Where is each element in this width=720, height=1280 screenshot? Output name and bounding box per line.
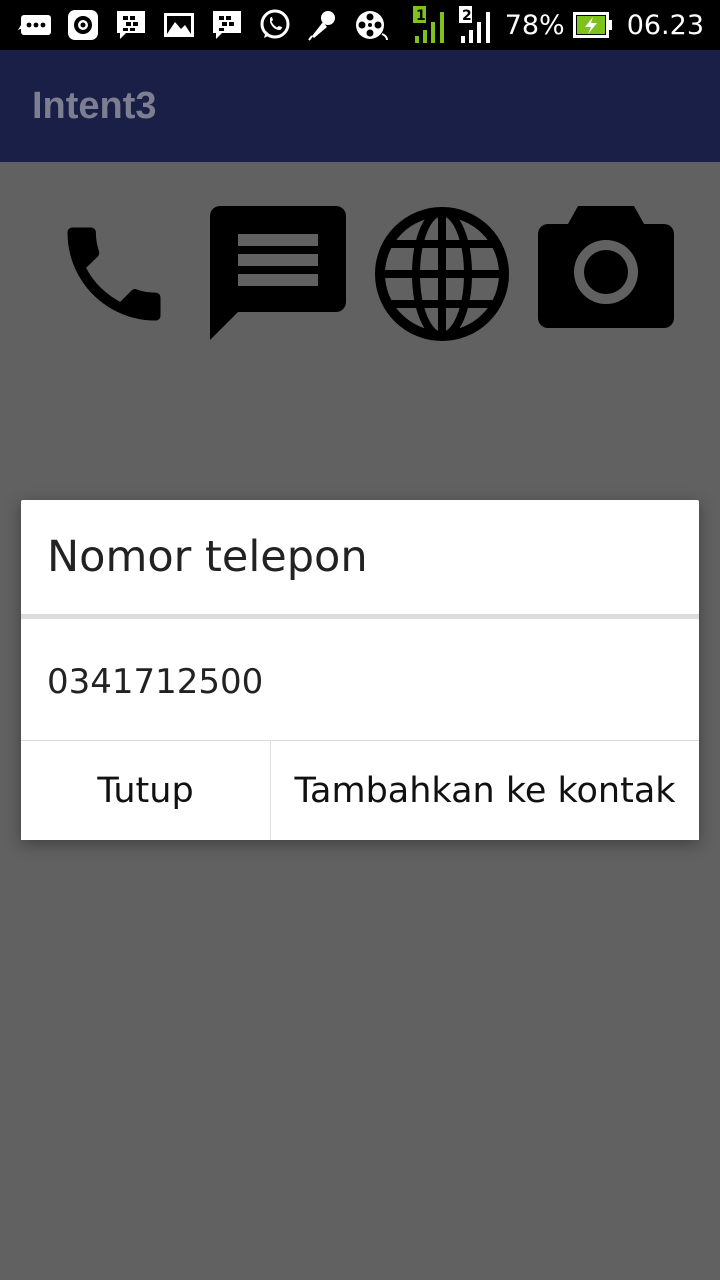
battery-percent: 78% <box>504 9 565 41</box>
app-title: Intent3 <box>32 85 157 127</box>
sim2-signal-icon: 2 <box>458 6 490 43</box>
camera-icon <box>538 206 674 328</box>
film-reel-icon <box>356 11 388 41</box>
notification-icons <box>18 8 388 42</box>
message-icon <box>210 206 346 340</box>
web-button[interactable] <box>374 206 510 342</box>
bbm-chat-icon <box>117 11 145 39</box>
camera-lens-icon <box>68 10 98 40</box>
whatsapp-icon <box>260 9 290 39</box>
close-button[interactable]: Tutup <box>21 741 271 840</box>
globe-icon <box>375 207 509 341</box>
microphone-icon <box>308 11 335 41</box>
camera-button[interactable] <box>538 206 674 328</box>
phone-button[interactable] <box>52 212 176 336</box>
app-bar: Intent3 <box>0 50 720 162</box>
bbm-icon <box>213 11 241 39</box>
sim1-label: 1 <box>416 8 426 24</box>
system-status: 1 2 78% 06.23 <box>412 0 704 50</box>
sms-button[interactable] <box>210 206 346 342</box>
gallery-icon <box>164 13 194 37</box>
phone-icon <box>67 227 161 321</box>
sim2-label: 2 <box>462 8 472 24</box>
add-to-contacts-button[interactable]: Tambahkan ke kontak <box>271 741 699 840</box>
dialog-phone-number: 0341712500 <box>47 662 264 702</box>
phone-number-dialog: Nomor telepon 0341712500 Tutup Tambahkan… <box>21 500 699 840</box>
dialog-button-bar: Tutup Tambahkan ke kontak <box>21 740 699 840</box>
battery-charging-icon <box>572 12 612 38</box>
dialog-title: Nomor telepon <box>47 532 368 582</box>
clock: 06.23 <box>626 9 704 41</box>
sim1-signal-icon: 1 <box>412 6 444 43</box>
message-bubble-icon <box>18 15 51 35</box>
status-bar: 1 2 78% 06.23 <box>0 0 720 50</box>
dialog-divider <box>21 614 699 619</box>
